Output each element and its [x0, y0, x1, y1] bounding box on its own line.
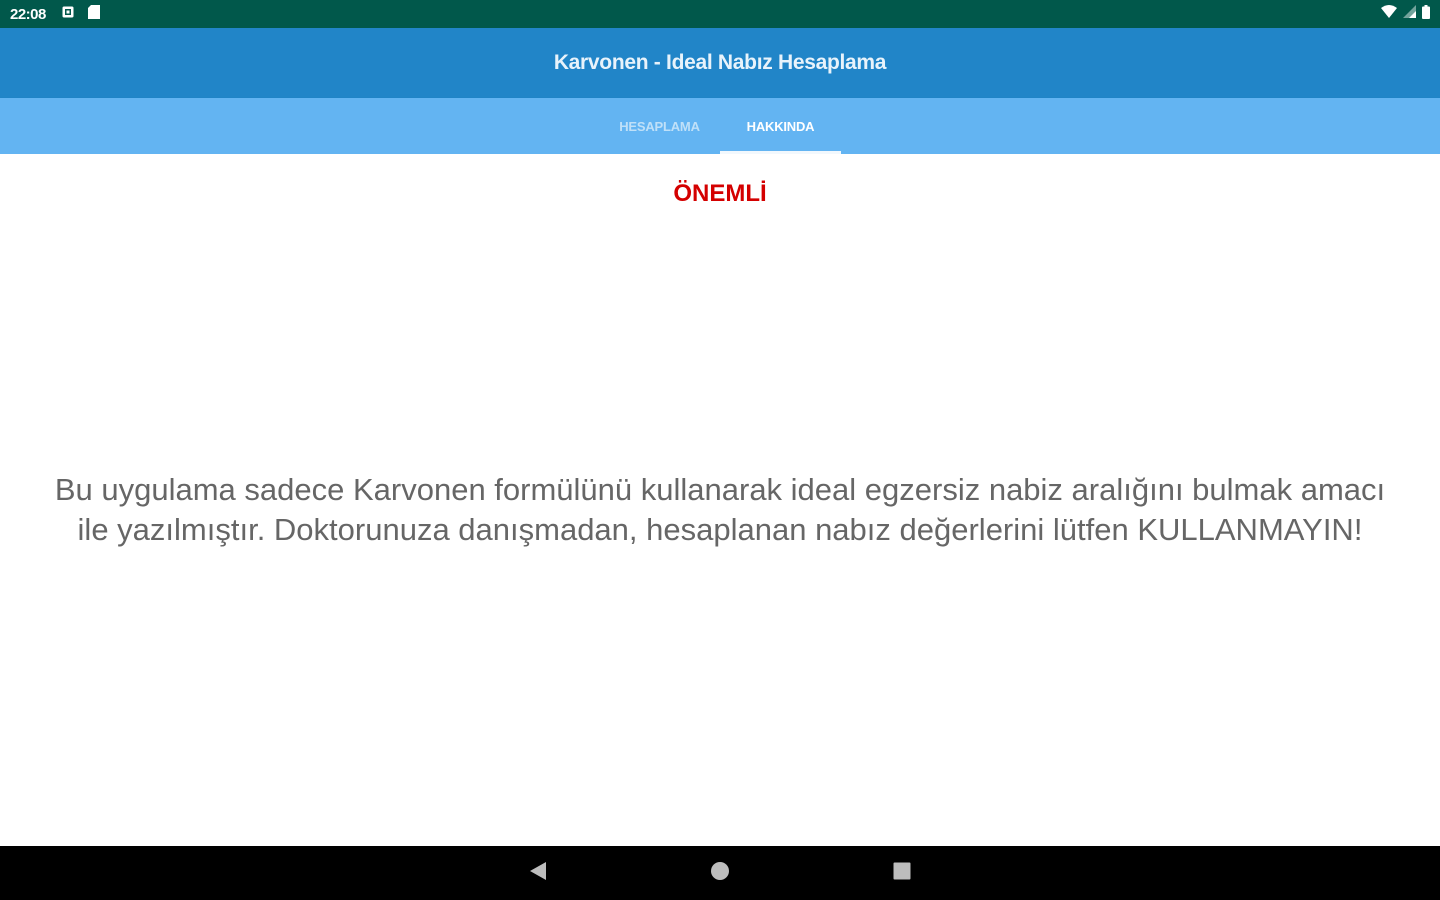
recents-icon [893, 862, 911, 885]
tab-hesaplama-label: HESAPLAMA [619, 118, 700, 134]
notification-icon [62, 5, 74, 23]
back-button[interactable] [508, 846, 568, 900]
status-icons-left [62, 4, 100, 24]
status-bar: 22:08 [0, 0, 1440, 28]
tab-bar: HESAPLAMA HAKKINDA [0, 98, 1440, 154]
disclaimer-text: Bu uygulama sadece Karvonen formülünü ku… [54, 472, 1386, 547]
battery-icon [1422, 4, 1430, 24]
status-icons-right [1381, 4, 1430, 24]
sd-card-icon [87, 4, 100, 24]
tab-hakkinda[interactable]: HAKKINDA [720, 98, 841, 154]
navigation-bar [0, 846, 1440, 900]
about-content: ÖNEMLİ Bu uygulama sadece Karvonen formü… [0, 154, 1440, 846]
wifi-icon [1381, 5, 1397, 23]
home-icon [710, 861, 730, 886]
tab-hesaplama[interactable]: HESAPLAMA [599, 98, 720, 154]
app-screen: 22:08 Karvonen - Ideal Nabız Hesaplama H… [0, 0, 1440, 900]
recents-button[interactable] [872, 846, 932, 900]
status-time: 22:08 [10, 5, 46, 23]
important-title: ÖNEMLİ [673, 180, 767, 207]
signal-icon [1403, 5, 1416, 23]
app-bar: Karvonen - Ideal Nabız Hesaplama [0, 28, 1440, 98]
back-icon [529, 861, 547, 886]
home-button[interactable] [690, 846, 750, 900]
tab-hakkinda-label: HAKKINDA [746, 118, 815, 134]
app-title: Karvonen - Ideal Nabız Hesaplama [553, 51, 887, 74]
